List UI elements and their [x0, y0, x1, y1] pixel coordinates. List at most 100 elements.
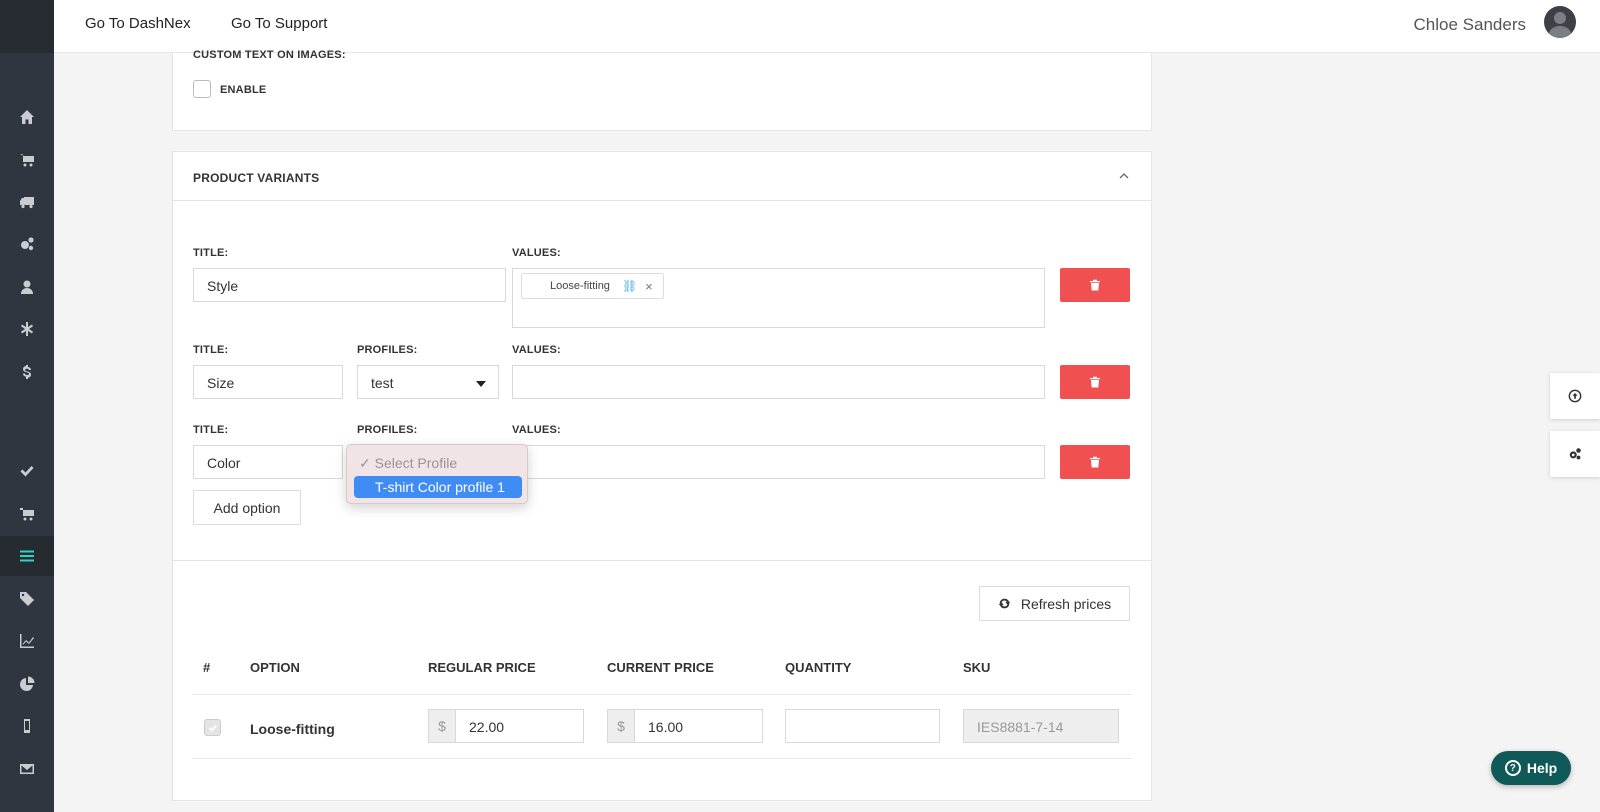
- sidebar: [0, 0, 54, 812]
- currency-prefix: $: [428, 709, 456, 743]
- sidebar-item-reports[interactable]: [0, 664, 54, 704]
- table-header-divider: [193, 694, 1131, 695]
- trash-icon: [1090, 376, 1100, 388]
- profiles-label: PROFILES:: [357, 344, 418, 356]
- dropdown-option-select-profile[interactable]: ✓ Select Profile: [359, 455, 457, 472]
- user-name[interactable]: Chloe Sanders: [1414, 15, 1526, 35]
- sidebar-item-coupons[interactable]: [0, 579, 54, 619]
- sidebar-item-products[interactable]: [0, 536, 54, 576]
- dropdown-option-color-profile[interactable]: T-shirt Color profile 1: [354, 476, 522, 498]
- current-price-input[interactable]: 16.00: [634, 709, 763, 743]
- go-to-dashnex-link[interactable]: Go To DashNex: [85, 15, 191, 32]
- question-icon: ?: [1504, 760, 1521, 776]
- sidebar-item-store[interactable]: [0, 494, 54, 534]
- sidebar-item-shipping[interactable]: [0, 182, 54, 222]
- col-header-current-price: CURRENT PRICE: [607, 660, 714, 675]
- sidebar-item-users[interactable]: [0, 267, 54, 307]
- custom-text-panel: CUSTOM TEXT ON IMAGES: ENABLE: [172, 49, 1152, 131]
- gears-icon: [1569, 448, 1581, 460]
- sidebar-item-integrations[interactable]: [0, 309, 54, 349]
- settings-float-button[interactable]: [1550, 431, 1600, 477]
- delete-variant-button[interactable]: [1060, 365, 1130, 399]
- sku-input[interactable]: IES8881-7-14: [963, 709, 1119, 743]
- sidebar-item-home[interactable]: [0, 97, 54, 137]
- col-header-regular-price: REGULAR PRICE: [428, 660, 536, 675]
- refresh-icon: [998, 598, 1011, 609]
- cart-icon-2: [20, 508, 34, 521]
- col-header-option: OPTION: [250, 660, 300, 675]
- caret-down-icon: [476, 381, 486, 387]
- values-label: VALUES:: [512, 344, 561, 356]
- arrow-circle-up-icon: [1568, 389, 1582, 403]
- list-icon: [20, 550, 34, 562]
- regular-price-input[interactable]: 22.00: [455, 709, 584, 743]
- pie-chart-icon: [20, 676, 35, 691]
- home-icon: [20, 110, 34, 124]
- trash-icon: [1090, 456, 1100, 468]
- delete-variant-button[interactable]: [1060, 268, 1130, 302]
- check-icon: [20, 466, 34, 477]
- help-button[interactable]: ? Help: [1491, 751, 1571, 785]
- truck-icon: [20, 197, 34, 209]
- profile-select-value: test: [371, 375, 394, 391]
- col-header-quantity: QUANTITY: [785, 660, 852, 675]
- quantity-input[interactable]: [785, 709, 940, 743]
- enable-label: ENABLE: [220, 84, 267, 96]
- refresh-prices-label: Refresh prices: [1020, 595, 1112, 612]
- product-variants-heading: PRODUCT VARIANTS: [193, 171, 320, 185]
- gears-icon: [21, 237, 34, 251]
- go-to-support-link[interactable]: Go To Support: [231, 15, 327, 32]
- cart-icon: [20, 154, 34, 167]
- line-chart-icon: [20, 634, 34, 648]
- add-option-button[interactable]: Add option: [193, 490, 301, 525]
- sidebar-logo-area: [0, 0, 54, 53]
- sidebar-item-analytics[interactable]: [0, 621, 54, 661]
- value-tag[interactable]: Loose-fitting ⛓ ×: [521, 273, 664, 299]
- sidebar-item-tasks[interactable]: [0, 451, 54, 491]
- remove-tag-icon[interactable]: ×: [645, 279, 653, 294]
- top-bar: Go To DashNex Go To Support Chloe Sander…: [54, 0, 1600, 53]
- sidebar-item-messages[interactable]: [0, 749, 54, 789]
- chevron-up-icon[interactable]: [1119, 172, 1129, 180]
- col-header-number: #: [203, 660, 211, 675]
- enable-checkbox[interactable]: [193, 80, 211, 98]
- variant-title-input[interactable]: Style: [193, 268, 506, 302]
- tags-icon: [20, 592, 34, 606]
- title-label: TITLE:: [193, 344, 229, 356]
- variant-title-input[interactable]: Color: [193, 445, 343, 479]
- variant-values-field[interactable]: [512, 365, 1045, 399]
- sidebar-item-payments[interactable]: [0, 352, 54, 392]
- mobile-icon: [24, 719, 30, 733]
- refresh-prices-button[interactable]: Refresh prices: [979, 586, 1130, 621]
- title-label: TITLE:: [193, 424, 229, 436]
- profile-select[interactable]: test: [357, 365, 499, 399]
- avatar[interactable]: [1544, 6, 1576, 38]
- sidebar-item-orders[interactable]: [0, 140, 54, 180]
- currency-prefix: $: [607, 709, 635, 743]
- delete-variant-button[interactable]: [1060, 445, 1130, 479]
- scroll-up-button[interactable]: [1550, 373, 1600, 419]
- variant-title-input[interactable]: Size: [193, 365, 343, 399]
- variant-values-field[interactable]: [512, 445, 1045, 479]
- link-icon[interactable]: ⛓: [622, 279, 637, 293]
- envelope-icon: [20, 764, 34, 774]
- variant-values-field[interactable]: Loose-fitting ⛓ ×: [512, 268, 1045, 328]
- col-header-sku: SKU: [963, 660, 991, 675]
- product-variants-header[interactable]: PRODUCT VARIANTS: [173, 152, 1151, 201]
- sidebar-item-mobile[interactable]: [0, 706, 54, 746]
- values-label: VALUES:: [512, 247, 561, 259]
- help-label: Help: [1526, 760, 1558, 776]
- title-label: TITLE:: [193, 247, 229, 259]
- check-icon: [208, 724, 217, 732]
- sidebar-item-settings[interactable]: [0, 224, 54, 264]
- values-label: VALUES:: [512, 424, 561, 436]
- variant-row-checkbox[interactable]: [204, 719, 221, 736]
- dollar-icon: [23, 365, 31, 379]
- trash-icon: [1090, 279, 1100, 291]
- profile-dropdown-menu: ✓ Select Profile T-shirt Color profile 1: [346, 444, 528, 504]
- custom-text-heading: CUSTOM TEXT ON IMAGES:: [193, 49, 346, 61]
- product-variants-panel: PRODUCT VARIANTS: [172, 151, 1152, 561]
- value-tag-label: Loose-fitting: [550, 280, 610, 292]
- user-icon: [21, 280, 33, 294]
- profiles-label: PROFILES:: [357, 424, 418, 436]
